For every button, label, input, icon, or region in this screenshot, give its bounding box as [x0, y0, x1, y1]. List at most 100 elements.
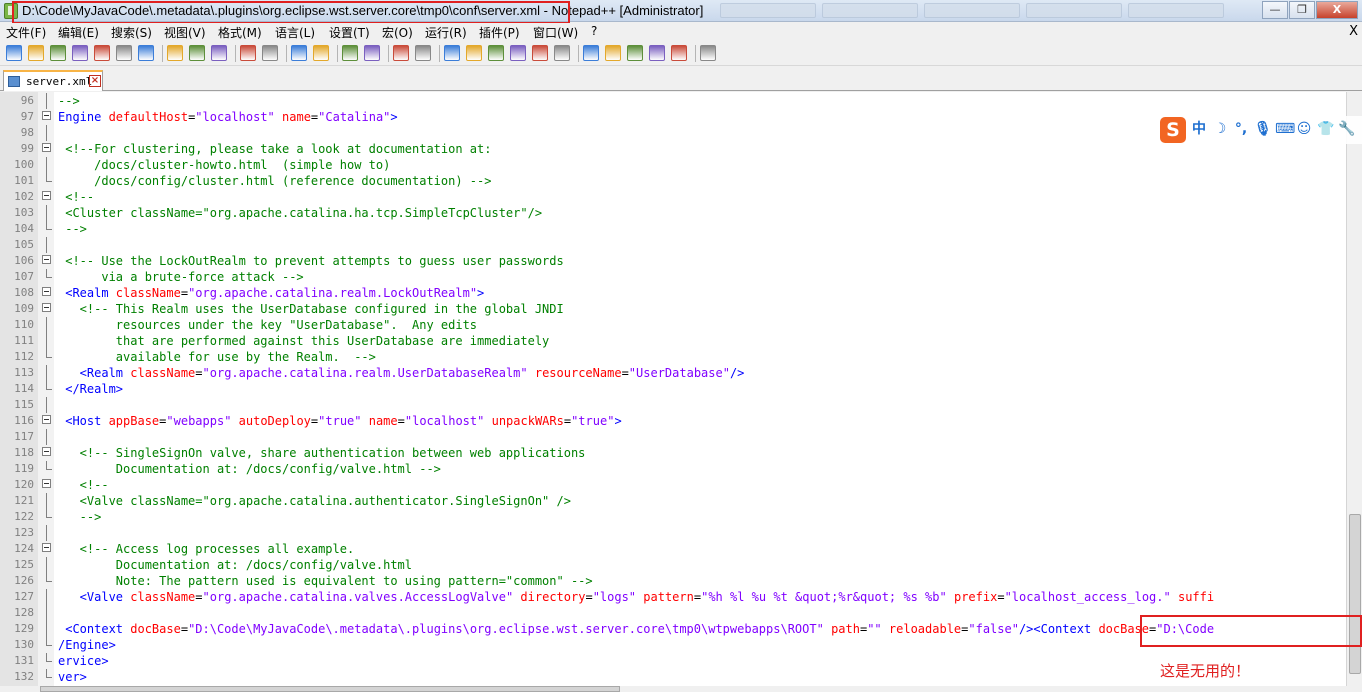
menu-plugins[interactable]: 插件(P) [479, 24, 520, 41]
code-line[interactable]: 126 Note: The pattern used is equivalent… [0, 573, 1346, 589]
fold-toggle-icon[interactable] [42, 447, 51, 456]
paste-icon[interactable] [211, 45, 227, 61]
code-line[interactable]: 128 [0, 605, 1346, 621]
menu-file[interactable]: 文件(F) [6, 24, 46, 41]
close-icon[interactable] [94, 45, 110, 61]
code-line[interactable]: 96 --> [0, 93, 1346, 109]
fold-toggle-icon[interactable] [42, 287, 51, 296]
code-line[interactable]: 132 ver> [0, 669, 1346, 685]
code-line[interactable]: 122 --> [0, 509, 1346, 525]
menu-settings[interactable]: 设置(T) [329, 24, 370, 41]
code-line[interactable]: 121 <Valve className="org.apache.catalin… [0, 493, 1346, 509]
save-icon[interactable] [50, 45, 66, 61]
menu-search[interactable]: 搜索(S) [111, 24, 152, 41]
ime-chinese-mode-icon[interactable]: 中 [1191, 121, 1207, 137]
open-icon[interactable] [28, 45, 44, 61]
fold-toggle-icon[interactable] [42, 111, 51, 120]
menu-help[interactable]: ? [591, 24, 597, 38]
print-icon[interactable] [138, 45, 154, 61]
ime-emoji-icon[interactable]: ☺ [1296, 121, 1312, 137]
code-line[interactable]: 106 <!-- Use the LockOutRealm to prevent… [0, 253, 1346, 269]
code-line[interactable]: 97 Engine defaultHost="localhost" name="C… [0, 109, 1346, 125]
function-list-icon[interactable] [554, 45, 570, 61]
tab-server-xml[interactable]: server.xml × [3, 70, 103, 91]
code-line[interactable]: 112 available for use by the Realm. --> [0, 349, 1346, 365]
replace-icon[interactable] [313, 45, 329, 61]
code-line[interactable]: 103 <Cluster className="org.apache.catal… [0, 205, 1346, 221]
play-macro-icon[interactable] [627, 45, 643, 61]
save-all-icon[interactable] [72, 45, 88, 61]
code-line[interactable]: 114 </Realm> [0, 381, 1346, 397]
code-line[interactable]: 107 via a brute-force attack --> [0, 269, 1346, 285]
code-line[interactable]: 98 [0, 125, 1346, 141]
spellcheck-icon[interactable] [700, 45, 716, 61]
horizontal-scroll-thumb[interactable] [40, 686, 620, 692]
stop-macro-icon[interactable] [605, 45, 621, 61]
code-line[interactable]: 124 <!-- Access log processes all exampl… [0, 541, 1346, 557]
vertical-scroll-thumb[interactable] [1349, 514, 1361, 674]
code-line[interactable]: 113 <Realm className="org.apache.catalin… [0, 365, 1346, 381]
ime-halfwidth-icon[interactable]: ☽ [1212, 121, 1228, 137]
maximize-button[interactable]: ❐ [1289, 1, 1315, 19]
menu-macro[interactable]: 宏(O) [382, 24, 413, 41]
code-line[interactable]: 109 <!-- This Realm uses the UserDatabas… [0, 301, 1346, 317]
fold-toggle-icon[interactable] [42, 543, 51, 552]
close-window-button[interactable]: X [1316, 1, 1358, 19]
cut-icon[interactable] [167, 45, 183, 61]
sync-v-icon[interactable] [393, 45, 409, 61]
sync-h-icon[interactable] [415, 45, 431, 61]
code-line[interactable]: 101 /docs/config/cluster.html (reference… [0, 173, 1346, 189]
fold-toggle-icon[interactable] [42, 479, 51, 488]
code-line[interactable]: 123 [0, 525, 1346, 541]
new-icon[interactable] [6, 45, 22, 61]
doc-map-icon[interactable] [532, 45, 548, 61]
menu-view[interactable]: 视图(V) [164, 24, 206, 41]
code-editor[interactable]: 96 --> 97 Engine defaultHost="localhost" na… [0, 92, 1346, 686]
code-line[interactable]: 110 resources under the key "UserDatabas… [0, 317, 1346, 333]
code-line[interactable]: 131 ervice> [0, 653, 1346, 669]
ime-punctuation-icon[interactable]: °, [1233, 121, 1249, 137]
code-line[interactable]: 118 <!-- SingleSignOn valve, share authe… [0, 445, 1346, 461]
find-icon[interactable] [291, 45, 307, 61]
code-line[interactable]: 130/Engine> [0, 637, 1346, 653]
redo-icon[interactable] [262, 45, 278, 61]
menu-window[interactable]: 窗口(W) [533, 24, 578, 41]
code-line[interactable]: 125 Documentation at: /docs/config/valve… [0, 557, 1346, 573]
code-line[interactable]: 105 [0, 237, 1346, 253]
zoom-in-icon[interactable] [342, 45, 358, 61]
code-line[interactable]: 127 <Valve className="org.apache.catalin… [0, 589, 1346, 605]
record-macro-icon[interactable] [583, 45, 599, 61]
fold-toggle-icon[interactable] [42, 415, 51, 424]
code-line[interactable]: 117 [0, 429, 1346, 445]
tab-close-icon[interactable]: × [89, 75, 101, 87]
menu-format[interactable]: 格式(M) [218, 24, 262, 41]
code-line[interactable]: 104 --> [0, 221, 1346, 237]
fold-toggle-icon[interactable] [42, 191, 51, 200]
code-line[interactable]: 99 <!--For clustering, please take a loo… [0, 141, 1346, 157]
minimize-button[interactable]: — [1262, 1, 1288, 19]
zoom-out-icon[interactable] [364, 45, 380, 61]
udl-icon[interactable] [510, 45, 526, 61]
code-line[interactable]: 116 <Host appBase="webapps" autoDeploy="… [0, 413, 1346, 429]
sogou-logo-icon[interactable]: S [1160, 117, 1186, 143]
fold-toggle-icon[interactable] [42, 143, 51, 152]
show-all-chars-icon[interactable] [466, 45, 482, 61]
code-line[interactable]: 102 <!-- [0, 189, 1346, 205]
notepadpp-app-icon[interactable] [4, 3, 18, 19]
code-line[interactable]: 120 <!-- [0, 477, 1346, 493]
menu-run[interactable]: 运行(R) [425, 24, 467, 41]
code-line[interactable]: 115 [0, 397, 1346, 413]
code-line[interactable]: 129 <Context docBase="D:\Code\MyJavaCode… [0, 621, 1346, 637]
code-line[interactable]: 108 <Realm className="org.apache.catalin… [0, 285, 1346, 301]
copy-icon[interactable] [189, 45, 205, 61]
fold-toggle-icon[interactable] [42, 255, 51, 264]
wrap-icon[interactable] [444, 45, 460, 61]
ime-settings-icon[interactable]: 🔧 [1338, 121, 1355, 137]
close-document-button[interactable]: X [1349, 24, 1358, 39]
code-line[interactable]: 100 /docs/cluster-howto.html (simple how… [0, 157, 1346, 173]
run-macro-multiple-icon[interactable] [649, 45, 665, 61]
horizontal-scrollbar[interactable] [0, 686, 1362, 692]
code-line[interactable]: 111 that are performed against this User… [0, 333, 1346, 349]
ime-keyboard-icon[interactable]: ⌨ [1275, 121, 1295, 137]
vertical-scrollbar[interactable] [1346, 92, 1362, 686]
